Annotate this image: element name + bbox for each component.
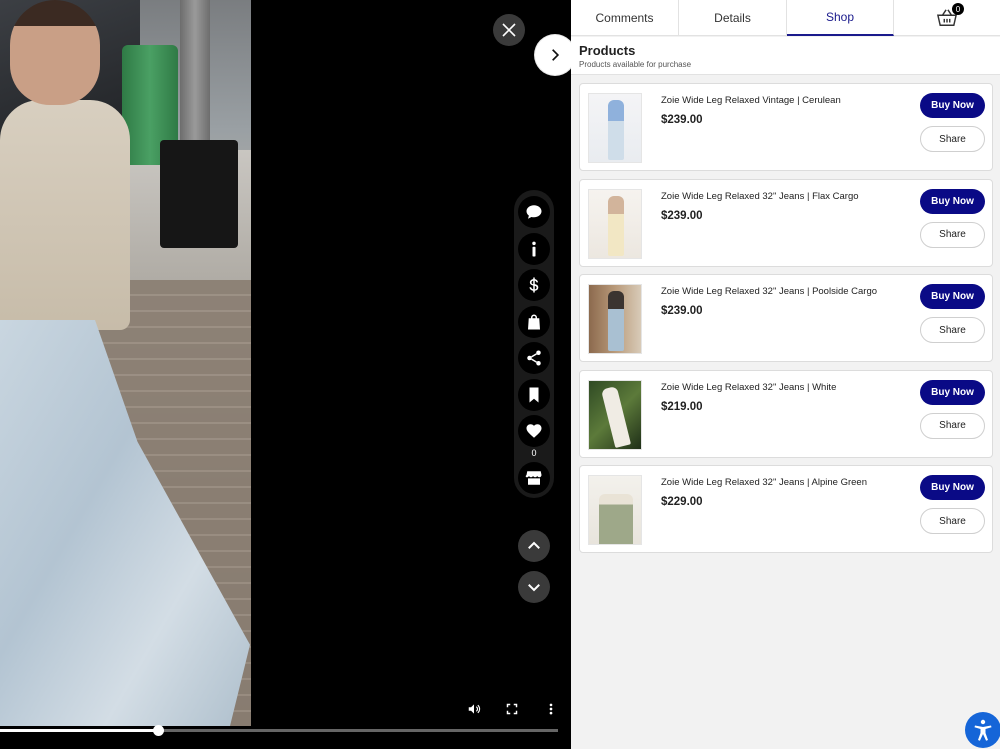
product-image[interactable]: [588, 93, 642, 163]
share-product-button[interactable]: Share: [920, 126, 985, 152]
buy-now-button[interactable]: Buy Now: [920, 93, 985, 118]
close-icon: [502, 23, 516, 37]
bookmark-icon: [529, 387, 539, 402]
store-button[interactable]: [518, 461, 550, 494]
product-image[interactable]: [588, 475, 642, 545]
product-price: $229.00: [661, 496, 703, 508]
model-head: [10, 0, 100, 105]
tab-shop[interactable]: Shop: [787, 0, 894, 36]
product-card[interactable]: Zoie Wide Leg Relaxed 32" Jeans | Flax C…: [579, 178, 993, 267]
accessibility-button[interactable]: [965, 712, 1000, 748]
shop-price-button[interactable]: [518, 269, 550, 301]
lamp-pole: [180, 0, 210, 150]
product-name[interactable]: Zoie Wide Leg Relaxed 32" Jeans | Alpine…: [661, 477, 867, 488]
heart-icon: [526, 424, 542, 438]
comments-button[interactable]: [518, 196, 550, 228]
more-vertical-icon: [549, 703, 553, 715]
buy-now-button[interactable]: Buy Now: [920, 188, 985, 214]
info-button[interactable]: [518, 232, 550, 265]
collapse-panel-button[interactable]: [535, 35, 575, 75]
buy-now-button[interactable]: Buy Now: [920, 475, 985, 500]
like-count: 0: [531, 447, 537, 458]
product-card[interactable]: Zoie Wide Leg Relaxed Vintage | Cerulean…: [579, 83, 993, 171]
products-header: Products Products available for purchase: [571, 37, 1000, 75]
more-options-button[interactable]: [542, 700, 560, 718]
share-product-button[interactable]: Share: [920, 508, 985, 534]
product-name[interactable]: Zoie Wide Leg Relaxed Vintage | Cerulean: [661, 95, 841, 106]
product-image[interactable]: [588, 379, 642, 450]
share-product-button[interactable]: Share: [920, 221, 985, 248]
video-player[interactable]: 0: [0, 0, 571, 749]
video-progress-bar[interactable]: [0, 725, 558, 736]
like-button[interactable]: [518, 415, 550, 447]
dollar-icon: [529, 277, 539, 293]
volume-button[interactable]: [465, 700, 483, 718]
cart-count-badge: 0: [952, 3, 964, 15]
progress-thumb[interactable]: [152, 725, 164, 736]
product-price: $239.00: [661, 209, 703, 222]
product-name[interactable]: Zoie Wide Leg Relaxed 32" Jeans | Flax C…: [661, 191, 859, 202]
products-subtitle: Products available for purchase: [579, 60, 692, 69]
previous-video-button[interactable]: [518, 530, 550, 562]
pole-base: [160, 140, 238, 248]
share-video-button[interactable]: [518, 342, 550, 374]
product-image[interactable]: [588, 188, 642, 259]
product-price: $239.00: [661, 305, 703, 317]
product-card[interactable]: Zoie Wide Leg Relaxed 32" Jeans | White …: [579, 369, 993, 458]
tab-details[interactable]: Details: [679, 0, 787, 36]
chevron-up-icon: [528, 541, 540, 549]
cart-icon-wrap: 0: [936, 3, 964, 28]
comment-icon: [526, 205, 542, 219]
next-video-button[interactable]: [518, 571, 550, 603]
product-card[interactable]: Zoie Wide Leg Relaxed 32" Jeans | Poolsi…: [579, 274, 993, 362]
share-product-button[interactable]: Share: [920, 317, 985, 343]
cart-button[interactable]: 0: [894, 0, 1000, 36]
tab-comments[interactable]: Comments: [571, 0, 679, 36]
progress-fill: [0, 729, 158, 732]
product-price: $219.00: [661, 400, 703, 413]
shop-panel: Comments Details Shop 0 Products Product…: [571, 0, 1000, 749]
product-list: Zoie Wide Leg Relaxed Vintage | Cerulean…: [579, 83, 993, 561]
buy-now-button[interactable]: Buy Now: [920, 379, 985, 405]
side-action-bar: 0: [514, 190, 554, 498]
store-icon: [525, 470, 542, 485]
product-image[interactable]: [588, 284, 642, 354]
product-name[interactable]: Zoie Wide Leg Relaxed 32" Jeans | Poolsi…: [661, 286, 877, 297]
fullscreen-icon: [506, 703, 518, 715]
buy-now-button[interactable]: Buy Now: [920, 284, 985, 309]
product-price: $239.00: [661, 114, 703, 126]
accessibility-icon: [974, 719, 992, 741]
video-frame[interactable]: [0, 0, 251, 726]
products-title: Products: [579, 43, 636, 58]
chevron-right-icon: [552, 49, 560, 61]
shopping-bag-icon: [528, 314, 540, 329]
product-card[interactable]: Zoie Wide Leg Relaxed 32" Jeans | Alpine…: [579, 465, 993, 553]
chevron-down-icon: [528, 584, 540, 592]
fullscreen-button[interactable]: [503, 700, 521, 718]
close-video-button[interactable]: [493, 14, 525, 46]
bookmark-button[interactable]: [518, 378, 550, 411]
product-name[interactable]: Zoie Wide Leg Relaxed 32" Jeans | White: [661, 382, 836, 393]
info-icon: [532, 241, 536, 256]
volume-icon: [468, 704, 481, 714]
model-torso: [0, 100, 130, 330]
share-product-button[interactable]: Share: [920, 412, 985, 439]
share-icon: [527, 350, 541, 366]
shop-bag-button[interactable]: [518, 305, 550, 338]
panel-tabs: Comments Details Shop 0: [571, 0, 1000, 36]
